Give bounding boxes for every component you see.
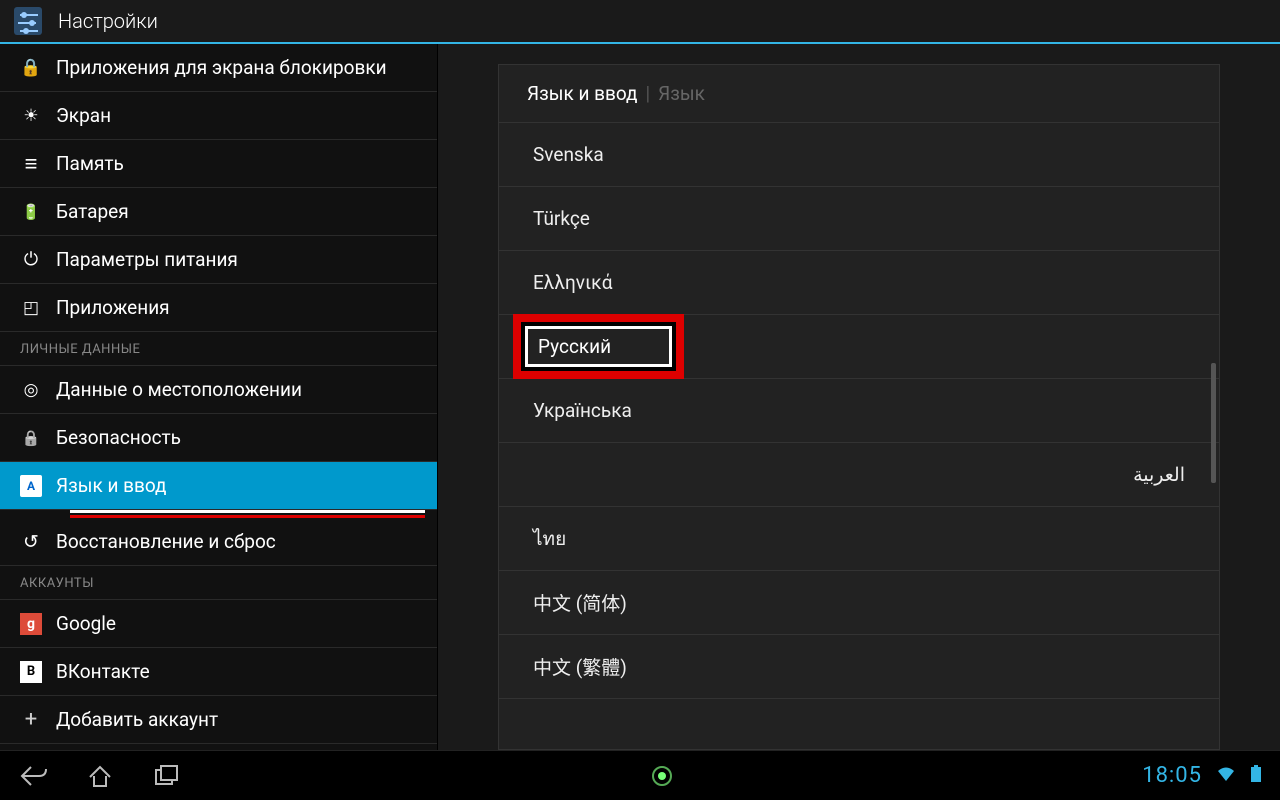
sidebar-item-apps[interactable]: Приложения bbox=[0, 284, 437, 332]
power-icon bbox=[20, 249, 42, 271]
language-label: 中文 (繁體) bbox=[533, 653, 627, 680]
language-option[interactable]: Ελληνικά bbox=[499, 251, 1219, 315]
status-clock[interactable]: 18:05 bbox=[1142, 763, 1202, 788]
language-label: Svenska bbox=[533, 143, 604, 166]
display-icon bbox=[20, 105, 42, 127]
breadcrumb-separator: | bbox=[646, 82, 651, 105]
sidebar-item-label: Приложения для экрана блокировки bbox=[56, 56, 387, 79]
sidebar-item-power[interactable]: Параметры питания bbox=[0, 236, 437, 284]
system-navbar: 18:05 bbox=[0, 750, 1280, 800]
google-icon: g bbox=[20, 613, 42, 635]
language-label: 中文 (简体) bbox=[533, 589, 627, 616]
sidebar-item-label: Безопасность bbox=[56, 426, 181, 449]
sidebar-item-label: Экран bbox=[56, 104, 111, 127]
sidebar-item-location[interactable]: Данные о местоположении bbox=[0, 366, 437, 414]
home-button[interactable] bbox=[84, 760, 116, 792]
wifi-icon bbox=[1216, 765, 1236, 787]
sidebar-item-battery[interactable]: Батарея bbox=[0, 188, 437, 236]
reset-icon bbox=[20, 531, 42, 553]
sidebar-item-label: Язык и ввод bbox=[56, 474, 167, 497]
sidebar-section-accounts: АККАУНТЫ bbox=[0, 566, 437, 600]
sidebar-item-security[interactable]: Безопасность bbox=[0, 414, 437, 462]
storage-icon bbox=[20, 153, 42, 175]
battery-status-icon bbox=[1250, 765, 1262, 787]
annotation-underline bbox=[70, 510, 425, 518]
detail-panel: Язык и ввод | Язык Svenska Türkçe Ελληνι… bbox=[438, 44, 1280, 750]
app-header: Настройки bbox=[0, 0, 1280, 44]
breadcrumb: Язык и ввод | Язык bbox=[499, 65, 1219, 123]
language-option[interactable]: Türkçe bbox=[499, 187, 1219, 251]
sidebar-item-label: Добавить аккаунт bbox=[56, 708, 218, 731]
language-label: Українська bbox=[533, 399, 632, 422]
language-option[interactable]: ไทย bbox=[499, 507, 1219, 571]
annotation-highlight-box: Русский bbox=[513, 314, 684, 379]
language-option[interactable]: 中文 (简体) bbox=[499, 571, 1219, 635]
sidebar-item-reset[interactable]: Восстановление и сброс bbox=[0, 518, 437, 566]
sidebar-item-label: Батарея bbox=[56, 200, 129, 223]
sidebar-item-label: Память bbox=[56, 152, 124, 175]
language-label: Türkçe bbox=[533, 207, 590, 230]
scrollbar-thumb[interactable] bbox=[1211, 363, 1216, 483]
add-icon bbox=[20, 709, 42, 731]
sidebar-section-personal: ЛИЧНЫЕ ДАННЫЕ bbox=[0, 332, 437, 366]
breadcrumb-current: Язык bbox=[658, 82, 705, 105]
sidebar-item-lockscreen-apps[interactable]: Приложения для экрана блокировки bbox=[0, 44, 437, 92]
lock-icon bbox=[20, 57, 42, 79]
sidebar-item-vk[interactable]: В ВКонтакте bbox=[0, 648, 437, 696]
language-option[interactable]: 中文 (繁體) bbox=[499, 635, 1219, 699]
settings-icon bbox=[10, 3, 46, 39]
vk-icon: В bbox=[20, 661, 42, 683]
language-icon: A bbox=[20, 475, 42, 497]
location-icon bbox=[20, 379, 42, 401]
sidebar-item-label: Google bbox=[56, 612, 116, 635]
sidebar-item-label: Параметры питания bbox=[56, 248, 238, 271]
sidebar-item-label: ВКонтакте bbox=[56, 660, 150, 683]
language-label: العربية bbox=[1133, 463, 1185, 486]
sidebar-item-display[interactable]: Экран bbox=[0, 92, 437, 140]
sidebar-item-google[interactable]: g Google bbox=[0, 600, 437, 648]
sidebar-item-label: Восстановление и сброс bbox=[56, 530, 276, 553]
settings-sidebar: Приложения для экрана блокировки Экран П… bbox=[0, 44, 438, 750]
language-option[interactable]: العربية bbox=[499, 443, 1219, 507]
sidebar-item-label: Данные о местоположении bbox=[56, 378, 302, 401]
language-list[interactable]: Svenska Türkçe Ελληνικά Русский Українсь… bbox=[499, 123, 1219, 749]
language-option-highlighted[interactable]: Русский bbox=[499, 315, 1219, 379]
back-button[interactable] bbox=[18, 760, 50, 792]
language-label: Русский bbox=[525, 326, 672, 367]
sidebar-item-add-account[interactable]: Добавить аккаунт bbox=[0, 696, 437, 744]
sidebar-item-label: Приложения bbox=[56, 296, 170, 319]
sidebar-item-language[interactable]: A Язык и ввод bbox=[0, 462, 437, 510]
battery-icon bbox=[20, 201, 42, 223]
language-option[interactable]: Svenska bbox=[499, 123, 1219, 187]
voice-search-button[interactable] bbox=[646, 760, 678, 792]
sidebar-item-storage[interactable]: Память bbox=[0, 140, 437, 188]
security-icon bbox=[20, 427, 42, 449]
app-title: Настройки bbox=[58, 9, 158, 33]
recent-apps-button[interactable] bbox=[150, 760, 182, 792]
language-option[interactable]: Українська bbox=[499, 379, 1219, 443]
breadcrumb-root[interactable]: Язык и ввод bbox=[527, 82, 638, 105]
language-label: Ελληνικά bbox=[533, 271, 612, 294]
language-label: ไทย bbox=[533, 524, 566, 554]
apps-icon bbox=[20, 297, 42, 319]
